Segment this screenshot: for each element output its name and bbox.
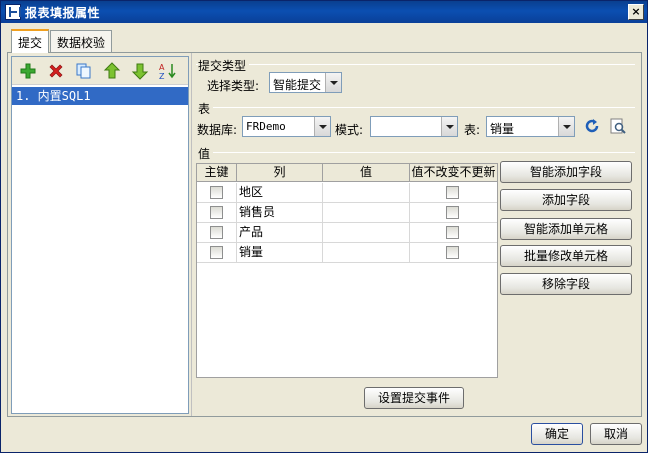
chevron-down-icon[interactable] bbox=[325, 73, 341, 92]
value-cell[interactable] bbox=[323, 223, 410, 243]
database-label: 数据库: bbox=[197, 123, 238, 137]
no-update-cell bbox=[410, 203, 497, 223]
database-select[interactable]: FRDemo bbox=[242, 116, 331, 137]
add-field-button[interactable]: 添加字段 bbox=[500, 189, 632, 211]
preview-icon[interactable] bbox=[609, 117, 627, 135]
column-cell: 产品 bbox=[237, 223, 323, 243]
values-group-label: 值 bbox=[198, 145, 214, 162]
column-cell: 销量 bbox=[237, 243, 323, 263]
smart-add-cell-button[interactable]: 智能添加单元格 bbox=[500, 218, 632, 240]
key-cell bbox=[197, 183, 237, 203]
values-divider bbox=[213, 152, 635, 153]
tab-submit[interactable]: 提交 bbox=[11, 29, 50, 53]
pane-splitter[interactable] bbox=[191, 53, 194, 416]
move-down-icon[interactable] bbox=[130, 61, 150, 81]
column-header-no-update: 值不改变不更新 bbox=[411, 165, 496, 179]
chevron-down-icon[interactable] bbox=[441, 117, 457, 136]
submit-type-value: 智能提交 bbox=[273, 78, 322, 92]
add-icon[interactable] bbox=[18, 61, 38, 81]
values-table: 主键 列 值 值不改变不更新 地区 销售员 产品 销量 bbox=[196, 163, 498, 378]
ok-button[interactable]: 确定 bbox=[531, 423, 583, 445]
move-up-icon[interactable] bbox=[102, 61, 122, 81]
column-header-key: 主键 bbox=[197, 164, 237, 182]
submit-type-group-label: 提交类型 bbox=[198, 57, 250, 74]
column-header-column: 列 bbox=[237, 164, 323, 182]
close-button[interactable]: × bbox=[628, 4, 644, 20]
schema-select[interactable] bbox=[370, 116, 458, 137]
chevron-down-icon[interactable] bbox=[314, 117, 330, 136]
column-cell: 销售员 bbox=[237, 203, 323, 223]
tab-data-validation[interactable]: 数据校验 bbox=[50, 30, 113, 52]
app-logo-icon bbox=[5, 4, 21, 20]
table-row[interactable]: 销售员 bbox=[197, 203, 497, 223]
dialog-window: 报表填报属性 × 提交 数据校验 A Z 1. 内置SQL1 提交类型 选择类型… bbox=[0, 0, 648, 453]
column-cell: 地区 bbox=[237, 183, 323, 203]
value-cell[interactable] bbox=[323, 243, 410, 263]
no-update-checkbox[interactable] bbox=[446, 186, 459, 199]
table-row[interactable]: 销量 bbox=[197, 243, 497, 263]
key-cell bbox=[197, 243, 237, 263]
submit-type-divider bbox=[196, 64, 635, 65]
select-type-label: 选择类型: bbox=[207, 79, 260, 93]
sql-list: 1. 内置SQL1 bbox=[12, 87, 188, 105]
set-submit-event-button[interactable]: 设置提交事件 bbox=[364, 387, 464, 409]
no-update-cell bbox=[410, 243, 497, 263]
table-value: 销量 bbox=[490, 122, 515, 136]
no-update-checkbox[interactable] bbox=[446, 246, 459, 259]
no-update-cell bbox=[410, 183, 497, 203]
remove-field-button[interactable]: 移除字段 bbox=[500, 273, 632, 295]
delete-icon[interactable] bbox=[46, 61, 66, 81]
no-update-checkbox[interactable] bbox=[446, 226, 459, 239]
key-cell bbox=[197, 223, 237, 243]
schema-label: 模式: bbox=[335, 123, 364, 137]
batch-edit-cell-button[interactable]: 批量修改单元格 bbox=[500, 245, 632, 267]
cancel-button[interactable]: 取消 bbox=[590, 423, 642, 445]
value-cell[interactable] bbox=[323, 203, 410, 223]
sort-icon[interactable]: AZ bbox=[158, 61, 178, 81]
value-cell[interactable] bbox=[323, 183, 410, 203]
table-row[interactable]: 地区 bbox=[197, 183, 497, 203]
sql-list-pane: AZ 1. 内置SQL1 bbox=[11, 56, 189, 414]
database-value: FRDemo bbox=[246, 120, 286, 133]
submit-type-select[interactable]: 智能提交 bbox=[269, 72, 342, 93]
no-update-checkbox[interactable] bbox=[446, 206, 459, 219]
smart-add-field-button[interactable]: 智能添加字段 bbox=[500, 161, 632, 183]
copy-icon[interactable] bbox=[74, 61, 94, 81]
list-toolbar: AZ bbox=[12, 57, 188, 85]
table-select[interactable]: 销量 bbox=[486, 116, 575, 137]
title-bar: 报表填报属性 × bbox=[1, 1, 647, 23]
table-divider bbox=[211, 107, 635, 108]
table-row[interactable]: 产品 bbox=[197, 223, 497, 243]
key-checkbox[interactable] bbox=[210, 226, 223, 239]
key-checkbox[interactable] bbox=[210, 206, 223, 219]
no-update-cell bbox=[410, 223, 497, 243]
window-title: 报表填报属性 bbox=[25, 6, 101, 20]
svg-text:Z: Z bbox=[159, 72, 165, 81]
values-table-header: 主键 列 值 值不改变不更新 bbox=[197, 164, 497, 182]
column-header-value: 值 bbox=[323, 164, 410, 182]
table-label: 表: bbox=[464, 123, 481, 137]
svg-text:A: A bbox=[159, 63, 165, 72]
chevron-down-icon[interactable] bbox=[558, 117, 574, 136]
refresh-icon[interactable] bbox=[583, 117, 601, 135]
key-checkbox[interactable] bbox=[210, 186, 223, 199]
key-cell bbox=[197, 203, 237, 223]
list-item[interactable]: 1. 内置SQL1 bbox=[12, 87, 188, 105]
key-checkbox[interactable] bbox=[210, 246, 223, 259]
table-group-label: 表 bbox=[198, 100, 214, 117]
